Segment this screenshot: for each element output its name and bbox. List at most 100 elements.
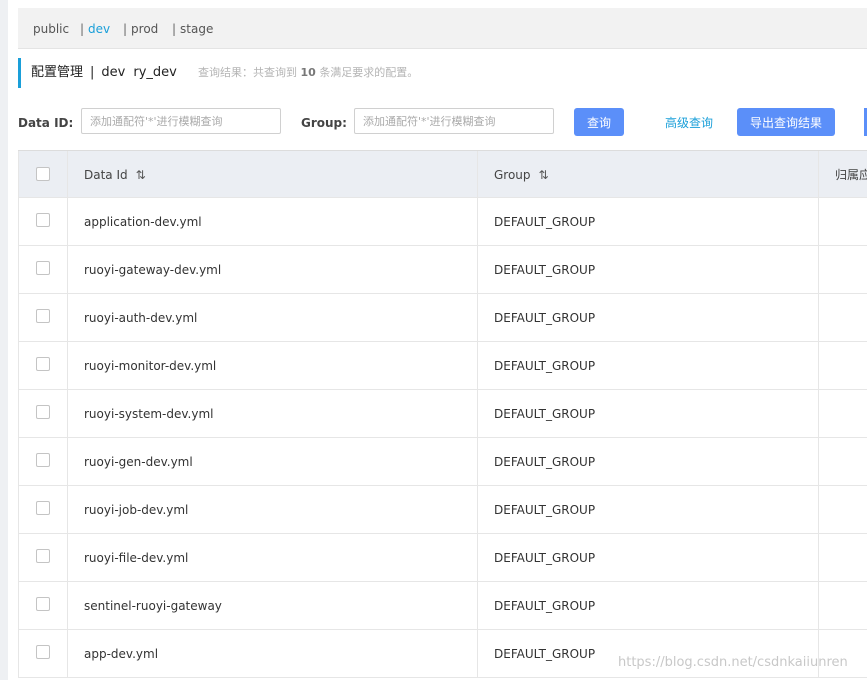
row-checkbox[interactable]: [36, 405, 50, 419]
table-row[interactable]: ruoyi-monitor-dev.yml DEFAULT_GROUP: [18, 342, 867, 390]
data-id-value: ruoyi-job-dev.yml: [84, 503, 189, 517]
row-checkbox-cell: [18, 198, 68, 245]
data-id-value: ruoyi-system-dev.yml: [84, 407, 214, 421]
row-checkbox-cell: [18, 294, 68, 341]
sort-icon[interactable]: ⇅: [539, 168, 549, 182]
row-checkbox[interactable]: [36, 645, 50, 659]
table-row[interactable]: sentinel-ruoyi-gateway DEFAULT_GROUP: [18, 582, 867, 630]
advanced-query-link[interactable]: 高级查询: [665, 116, 713, 130]
title-namespace: dev: [101, 65, 126, 80]
group-cell: DEFAULT_GROUP: [478, 438, 819, 485]
row-checkbox-cell: [18, 582, 68, 629]
result-suffix: 条满足要求的配置。: [319, 66, 419, 79]
data-id-label: Data ID:: [18, 116, 74, 130]
app-cell: [819, 198, 867, 245]
table-header-row: Data Id ⇅ Group ⇅ 归属应: [18, 150, 867, 198]
title-separator: |: [90, 65, 95, 80]
group-value: DEFAULT_GROUP: [494, 647, 596, 661]
row-checkbox-cell: [18, 246, 68, 293]
row-checkbox[interactable]: [36, 453, 50, 467]
header-data-id-label: Data Id: [84, 168, 128, 182]
group-cell: DEFAULT_GROUP: [478, 486, 819, 533]
group-cell: DEFAULT_GROUP: [478, 246, 819, 293]
group-cell: DEFAULT_GROUP: [478, 582, 819, 629]
row-checkbox[interactable]: [36, 213, 50, 227]
group-label: Group:: [301, 116, 347, 130]
header-group[interactable]: Group ⇅: [478, 151, 819, 197]
header-app: 归属应: [819, 151, 867, 197]
select-all-checkbox[interactable]: [36, 167, 50, 181]
table-row[interactable]: ruoyi-job-dev.yml DEFAULT_GROUP: [18, 486, 867, 534]
row-checkbox-cell: [18, 438, 68, 485]
table-row[interactable]: ruoyi-gen-dev.yml DEFAULT_GROUP: [18, 438, 867, 486]
app-cell: [819, 246, 867, 293]
namespace-tab-public[interactable]: public: [33, 22, 69, 36]
data-id-cell: ruoyi-job-dev.yml: [68, 486, 478, 533]
app-cell: [819, 438, 867, 485]
header-group-label: Group: [494, 168, 531, 182]
row-checkbox[interactable]: [36, 357, 50, 371]
app-cell: [819, 294, 867, 341]
row-checkbox-cell: [18, 486, 68, 533]
header-data-id[interactable]: Data Id ⇅: [68, 151, 478, 197]
data-id-value: sentinel-ruoyi-gateway: [84, 599, 222, 613]
table-row[interactable]: application-dev.yml DEFAULT_GROUP: [18, 198, 867, 246]
group-cell: DEFAULT_GROUP: [478, 534, 819, 581]
result-prefix: 查询结果：共查询到: [198, 66, 297, 79]
row-checkbox[interactable]: [36, 261, 50, 275]
namespace-tab-prod[interactable]: | prod: [123, 22, 158, 36]
data-id-cell: app-dev.yml: [68, 630, 478, 677]
row-checkbox[interactable]: [36, 501, 50, 515]
data-id-cell: ruoyi-gateway-dev.yml: [68, 246, 478, 293]
table-row[interactable]: ruoyi-system-dev.yml DEFAULT_GROUP: [18, 390, 867, 438]
page-title: 配置管理 | dev ry_dev: [31, 65, 177, 81]
page-title-text: 配置管理: [31, 65, 84, 80]
row-checkbox-cell: [18, 534, 68, 581]
query-button[interactable]: 查询: [574, 108, 624, 136]
header-app-label: 归属应: [835, 168, 867, 182]
row-checkbox-cell: [18, 390, 68, 437]
table-row[interactable]: ruoyi-file-dev.yml DEFAULT_GROUP: [18, 534, 867, 582]
data-id-value: ruoyi-monitor-dev.yml: [84, 359, 217, 373]
app-cell: [819, 534, 867, 581]
group-input[interactable]: [354, 108, 554, 134]
group-cell: DEFAULT_GROUP: [478, 294, 819, 341]
data-id-value: ruoyi-auth-dev.yml: [84, 311, 198, 325]
watermark: https://blog.csdn.net/csdnkaiiunren: [618, 655, 848, 670]
group-cell: DEFAULT_GROUP: [478, 198, 819, 245]
row-checkbox-cell: [18, 630, 68, 677]
group-cell: DEFAULT_GROUP: [478, 390, 819, 437]
app-cell: [819, 390, 867, 437]
table-row[interactable]: ruoyi-auth-dev.yml DEFAULT_GROUP: [18, 294, 867, 342]
group-value: DEFAULT_GROUP: [494, 455, 596, 469]
group-value: DEFAULT_GROUP: [494, 311, 596, 325]
sort-icon[interactable]: ⇅: [136, 168, 146, 182]
table-row[interactable]: app-dev.yml DEFAULT_GROUP: [18, 630, 867, 678]
row-checkbox[interactable]: [36, 597, 50, 611]
data-id-cell: ruoyi-file-dev.yml: [68, 534, 478, 581]
app-cell: [819, 486, 867, 533]
namespace-tab-dev[interactable]: | dev: [80, 22, 110, 36]
data-id-cell: ruoyi-gen-dev.yml: [68, 438, 478, 485]
group-value: DEFAULT_GROUP: [494, 215, 596, 229]
title-namespace-id: ry_dev: [133, 65, 177, 80]
data-id-cell: application-dev.yml: [68, 198, 478, 245]
row-checkbox[interactable]: [36, 549, 50, 563]
query-result-summary: 查询结果：共查询到 10 条满足要求的配置。: [198, 66, 418, 80]
data-id-value: ruoyi-gateway-dev.yml: [84, 263, 222, 277]
data-id-cell: ruoyi-monitor-dev.yml: [68, 342, 478, 389]
data-id-cell: ruoyi-system-dev.yml: [68, 390, 478, 437]
table-row[interactable]: ruoyi-gateway-dev.yml DEFAULT_GROUP: [18, 246, 867, 294]
page-title-bar: 配置管理 | dev ry_dev 查询结果：共查询到 10 条满足要求的配置。: [18, 58, 867, 88]
export-results-button[interactable]: 导出查询结果: [737, 108, 835, 136]
namespace-tab-stage[interactable]: | stage: [172, 22, 213, 36]
data-id-value: ruoyi-gen-dev.yml: [84, 455, 193, 469]
row-checkbox-cell: [18, 342, 68, 389]
row-checkbox[interactable]: [36, 309, 50, 323]
result-count: 10: [300, 66, 316, 79]
data-id-input[interactable]: [81, 108, 281, 134]
app-cell: [819, 342, 867, 389]
group-value: DEFAULT_GROUP: [494, 359, 596, 373]
header-checkbox-cell: [18, 151, 68, 197]
data-id-value: ruoyi-file-dev.yml: [84, 551, 189, 565]
